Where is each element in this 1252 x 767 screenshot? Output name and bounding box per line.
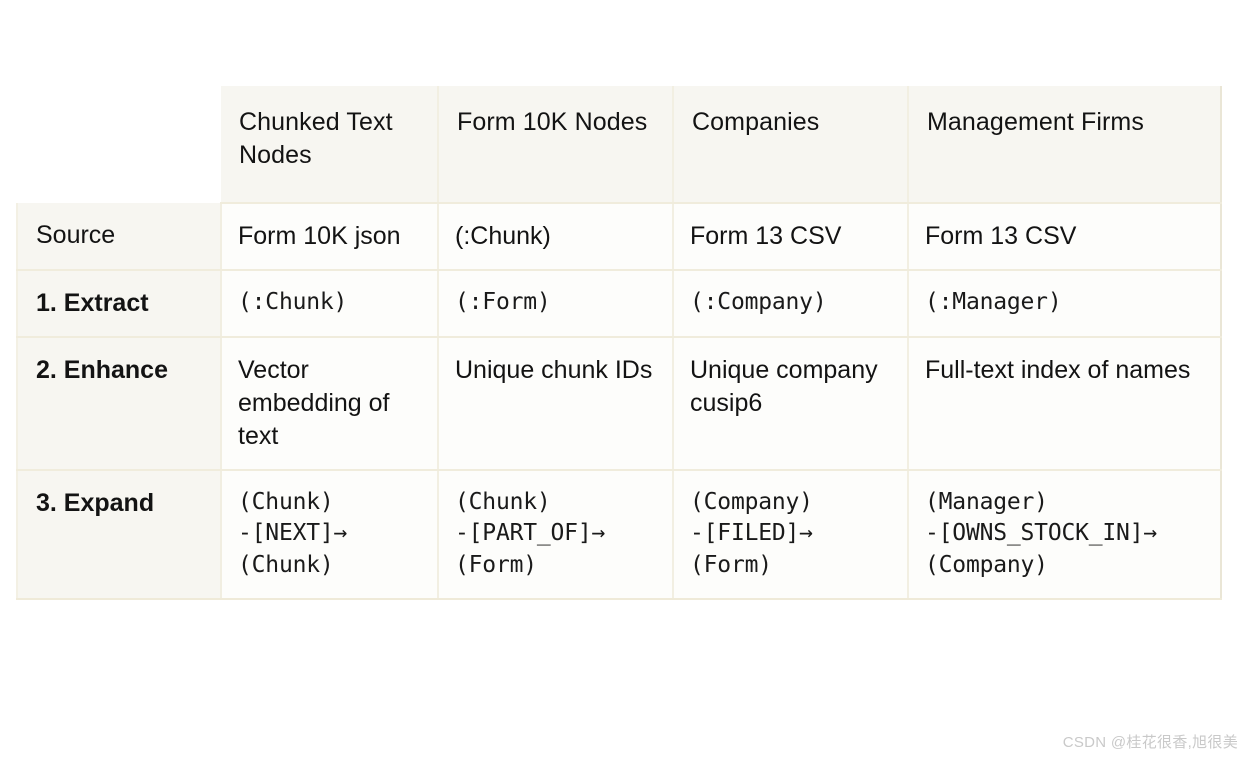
cell-extract-form-10k-nodes: (:Form) [438, 270, 674, 338]
table-row: Source Form 10K json (:Chunk) Form 13 CS… [16, 203, 1222, 271]
row-label-enhance: 2. Enhance [16, 336, 222, 471]
table-row: 3. Expand (Chunk) -[NEXT]→ (Chunk) (Chun… [16, 469, 1222, 600]
cell-expand-chunked-text-nodes: (Chunk) -[NEXT]→ (Chunk) [221, 469, 439, 600]
knowledge-graph-construction-table: Chunked Text Nodes Form 10K Nodes Compan… [16, 86, 1222, 600]
table-body: Source Form 10K json (:Chunk) Form 13 CS… [16, 203, 1222, 600]
cell-extract-companies: (:Company) [673, 270, 909, 338]
row-label-source: Source [16, 203, 222, 271]
column-header-chunked-text-nodes: Chunked Text Nodes [221, 86, 439, 204]
cell-expand-companies: (Company) -[FILED]→ (Form) [673, 469, 909, 600]
header-corner-cell [17, 87, 221, 203]
cell-enhance-companies: Unique company cusip6 [673, 336, 909, 471]
cell-source-form-10k-nodes: (:Chunk) [438, 203, 674, 271]
row-label-extract: 1. Extract [16, 270, 222, 338]
csdn-watermark: CSDN @桂花很香,旭很美 [1062, 734, 1238, 751]
cell-expand-form-10k-nodes: (Chunk) -[PART_OF]→ (Form) [438, 469, 674, 600]
row-label-expand: 3. Expand [16, 469, 222, 600]
table-row: 2. Enhance Vector embedding of text Uniq… [16, 336, 1222, 471]
cell-expand-management-firms: (Manager) -[OWNS_STOCK_IN]→ (Company) [908, 469, 1222, 600]
cell-enhance-form-10k-nodes: Unique chunk IDs [438, 336, 674, 471]
cell-source-companies: Form 13 CSV [673, 203, 909, 271]
cell-extract-chunked-text-nodes: (:Chunk) [221, 270, 439, 338]
column-header-form-10k-nodes: Form 10K Nodes [438, 86, 674, 204]
table-header: Chunked Text Nodes Form 10K Nodes Compan… [17, 86, 1222, 204]
cell-enhance-chunked-text-nodes: Vector embedding of text [221, 336, 439, 471]
cell-enhance-management-firms: Full-text index of names [908, 336, 1222, 471]
comparison-table: Chunked Text Nodes Form 10K Nodes Compan… [16, 86, 1222, 600]
table-row: 1. Extract (:Chunk) (:Form) (:Company) (… [16, 270, 1222, 338]
cell-source-chunked-text-nodes: Form 10K json [221, 203, 439, 271]
cell-source-management-firms: Form 13 CSV [908, 203, 1222, 271]
column-header-management-firms: Management Firms [908, 86, 1222, 204]
column-header-companies: Companies [673, 86, 909, 204]
header-row: Chunked Text Nodes Form 10K Nodes Compan… [17, 86, 1222, 204]
cell-extract-management-firms: (:Manager) [908, 270, 1222, 338]
